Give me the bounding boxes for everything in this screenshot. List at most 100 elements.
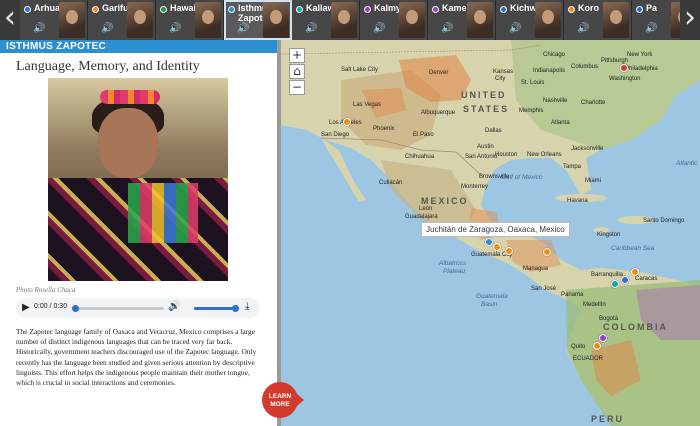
map-pin-icon[interactable] (621, 276, 629, 284)
language-thumbnail (263, 2, 289, 38)
language-tab-kallawaya[interactable]: Kallawaya 🔊 (292, 0, 360, 40)
city-label: Philadelphia (625, 66, 658, 72)
language-tab-kalmyk[interactable]: Kalmyk 🔊 (360, 0, 428, 40)
language-marker-icon (432, 6, 439, 13)
city-label: Managua (523, 266, 549, 272)
map[interactable]: UNITED STATES MEXICO COLOMBIA PERU Gulf of Me… (281, 40, 700, 426)
city-label: El Paso (413, 132, 434, 138)
city-label: City (495, 76, 506, 82)
language-thumbnail (59, 2, 85, 38)
city-label: Dallas (485, 128, 502, 134)
language-tab-koro[interactable]: Koro 🔊 (564, 0, 632, 40)
city-label: Caracas (635, 276, 658, 282)
zoom-in-button[interactable]: + (289, 48, 305, 63)
photo-credit: Photo Rosella Chaca (16, 286, 76, 294)
language-marker-icon (228, 6, 235, 13)
speaker-icon[interactable]: 🔊 (169, 23, 181, 34)
language-tab-kamentza[interactable]: Kamentza 🔊 (428, 0, 496, 40)
country-label: COLOMBIA (603, 322, 668, 332)
language-tab-hawaiian[interactable]: Hawaiian 🔊 (156, 0, 224, 40)
map-pin-icon[interactable] (599, 334, 607, 342)
city-label: Washington (609, 76, 641, 82)
audio-player: ▶ 0:00 / 0:30 🔊 ⤓ (16, 298, 260, 318)
city-label: Tampa (563, 164, 582, 170)
sea-label: Plateau (443, 268, 466, 275)
volume-handle[interactable] (232, 305, 239, 312)
audio-progress-handle[interactable] (72, 305, 79, 312)
language-marker-icon (568, 6, 575, 13)
map-pin-icon[interactable] (343, 118, 351, 126)
city-label: Chihuahua (405, 154, 435, 160)
city-label: Bogotá (599, 316, 619, 322)
city-label: Havana (567, 198, 588, 204)
city-label: Medellín (583, 302, 606, 308)
city-label: Salt Lake City (341, 67, 379, 73)
language-tab-kichwa[interactable]: Kichwa 🔊 (496, 0, 564, 40)
speaker-icon[interactable]: 🔊 (441, 23, 453, 34)
language-tab-arhuaco[interactable]: Arhuaco 🔊 (20, 0, 88, 40)
city-label: Brownsville (479, 174, 510, 180)
city-label: Columbus (571, 64, 599, 70)
city-label: Panama (561, 292, 584, 298)
country-label: PERU (591, 414, 625, 424)
language-photo (48, 78, 228, 281)
carousel-prev-button[interactable]: ‹ (0, 0, 20, 40)
language-thumbnail (331, 2, 357, 38)
speaker-icon[interactable]: 🔊 (33, 23, 45, 34)
city-label: Monterrey (461, 184, 489, 190)
audio-progress-track[interactable] (72, 307, 164, 310)
volume-icon[interactable]: 🔊 (168, 301, 180, 312)
city-label: Santo Domingo (643, 218, 685, 224)
city-label: Kansas (493, 69, 514, 75)
learn-more-label: LEARN MORE (268, 393, 292, 408)
language-marker-icon (92, 6, 99, 13)
city-label: St. Louis (521, 80, 545, 86)
city-label: León (419, 206, 433, 212)
language-marker-icon (636, 6, 643, 13)
map-pin-icon[interactable] (611, 280, 619, 288)
home-button[interactable]: ⌂ (289, 64, 305, 79)
language-tab-isthmus-zapotec[interactable]: Isthmus Zapotec 🔊 (224, 0, 292, 40)
map-pin-icon[interactable] (631, 268, 639, 276)
carousel-next-button[interactable]: › (680, 0, 700, 40)
city-label: Barranquilla (591, 272, 624, 278)
city-label: Nashville (543, 98, 568, 104)
language-thumbnail (603, 2, 629, 38)
city-label: Guadalajara (405, 214, 438, 220)
learn-more-button[interactable]: LEARN MORE (262, 382, 304, 418)
location-tooltip: Juchitán de Zaragoza, Oaxaca, Mexico (421, 222, 570, 237)
map-pin-icon[interactable] (505, 247, 513, 255)
language-tab-garifuna[interactable]: Garifuna 🔊 (88, 0, 156, 40)
map-pin-icon[interactable] (543, 248, 551, 256)
city-label: Indianapolis (533, 68, 566, 74)
zoom-out-button[interactable]: − (289, 80, 305, 95)
speaker-icon[interactable]: 🔊 (373, 23, 385, 34)
language-description: The Zapotec language family of Oaxaca an… (16, 327, 257, 388)
volume-slider[interactable] (194, 307, 236, 310)
language-thumbnail (195, 2, 221, 38)
city-label: Atlanta (551, 120, 570, 126)
map-pin-icon[interactable] (493, 243, 501, 251)
speaker-icon[interactable]: 🔊 (509, 23, 521, 34)
city-label: Charlotte (581, 100, 606, 106)
play-icon[interactable]: ▶ (22, 302, 30, 313)
city-label: Jacksonville (571, 146, 604, 152)
map-pin-icon[interactable] (593, 342, 601, 350)
city-label: Houston (495, 152, 518, 158)
info-panel: Language, Memory, and Identity Photo Ros… (0, 53, 278, 426)
speaker-icon[interactable]: 🔊 (237, 23, 249, 34)
city-label: San José (531, 286, 557, 292)
audio-time: 0:00 / 0:30 (34, 303, 68, 310)
speaker-icon[interactable]: 🔊 (577, 23, 589, 34)
map-pin-icon[interactable] (485, 238, 493, 246)
download-icon[interactable]: ⤓ (245, 301, 249, 312)
map-pin-icon[interactable] (620, 64, 628, 72)
speaker-icon[interactable]: 🔊 (645, 23, 657, 34)
speaker-icon[interactable]: 🔊 (305, 23, 317, 34)
language-thumbnail (535, 2, 561, 38)
section-title: Language, Memory, and Identity (16, 59, 200, 74)
city-label: San Antonio (465, 154, 498, 160)
city-label: Miami (585, 178, 601, 184)
speaker-icon[interactable]: 🔊 (101, 23, 113, 34)
city-label: Las Vegas (353, 102, 382, 108)
